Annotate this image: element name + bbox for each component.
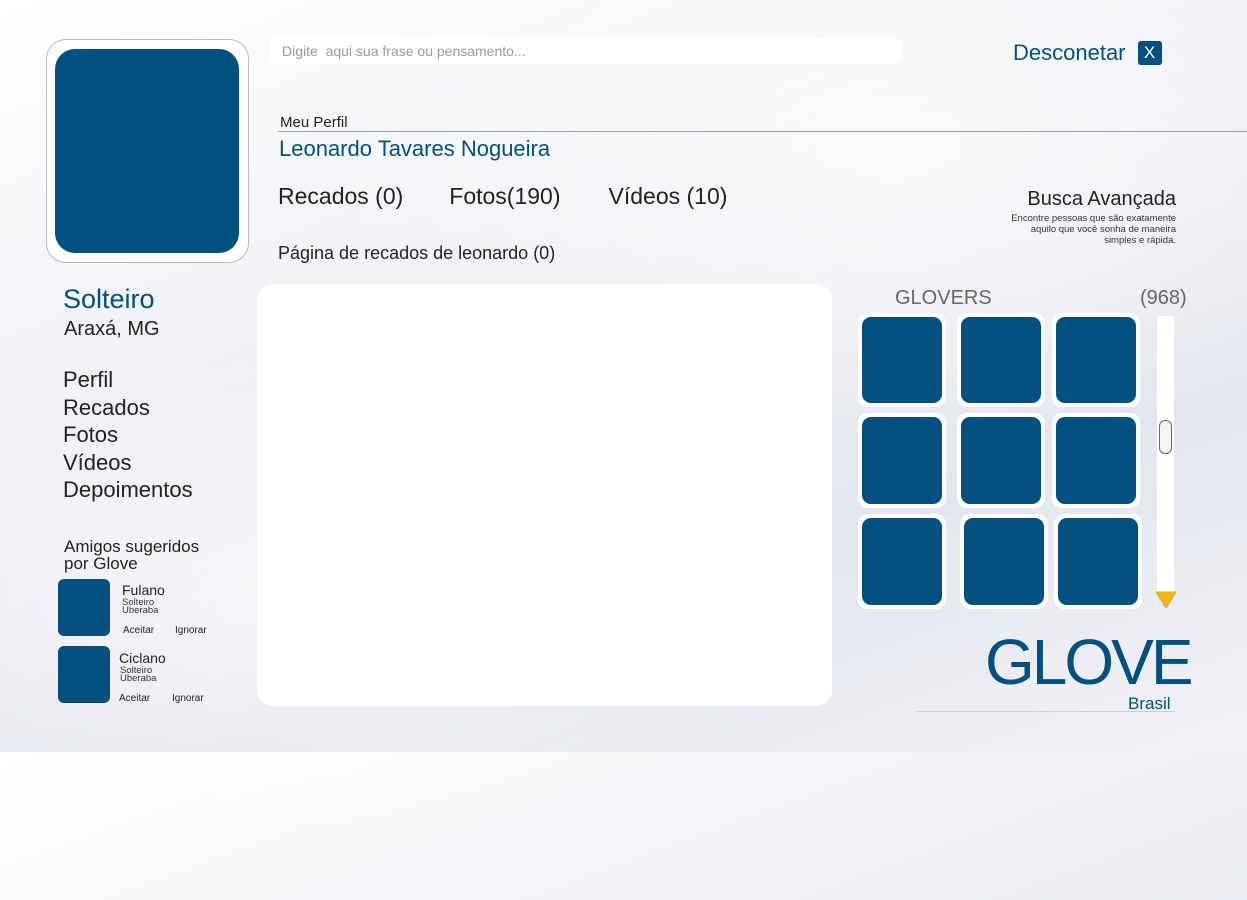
recados-page-title: Página de recados de leonardo (0) [278,243,556,263]
fotos-count-link[interactable]: Fotos(190) [449,183,560,210]
logo-underline [917,711,1175,712]
advanced-search-description: Encontre pessoas que são exatamente aqui… [950,213,1176,246]
profile-counts: Recados (0) Fotos(190) Vídeos (10) [278,183,727,210]
nav-item-videos[interactable]: Vídeos [63,449,193,477]
glovers-scrollbar[interactable] [1157,316,1174,592]
advanced-search-desc-line: Encontre pessoas que são exatamente [1011,213,1176,224]
accept-button[interactable]: Aceitar [119,693,150,704]
accept-button[interactable]: Aceitar [123,625,154,636]
nav-item-perfil[interactable]: Perfil [63,366,193,394]
glover-thumbnail[interactable] [1052,413,1140,508]
glover-thumbnail[interactable] [957,413,1045,508]
glover-thumbnail[interactable] [858,413,946,508]
glover-thumbnail[interactable] [858,514,946,609]
advanced-search-desc-line: simples e rápida. [1104,235,1176,246]
recados-count-link[interactable]: Recados (0) [278,183,403,210]
divider [278,131,1247,132]
nav-item-recados[interactable]: Recados [63,394,193,422]
ignore-button[interactable]: Ignorar [172,693,204,704]
status-input[interactable] [269,37,901,64]
suggested-city: Uberaba [120,673,157,684]
location: Araxá, MG [64,318,160,340]
glover-thumbnail[interactable] [957,313,1045,407]
ignore-button[interactable]: Ignorar [175,625,207,636]
relationship-status: Solteiro [63,284,155,314]
scrollbar-thumb[interactable] [1159,420,1172,454]
glover-thumbnail[interactable] [858,313,946,407]
advanced-search-link[interactable]: Busca Avançada [950,188,1176,211]
glovers-title: GLOVERS [895,287,992,309]
user-name: Leonardo Tavares Nogueira [279,136,551,161]
logout-label: Desconetar [1013,40,1126,65]
sidebar-nav: Perfil Recados Fotos Vídeos Depoimentos [63,366,193,504]
glove-logo: GLOVE [985,626,1194,698]
profile-photo[interactable] [55,49,239,253]
glovers-count: (968) [1140,287,1187,309]
recados-panel [257,284,832,706]
nav-item-fotos[interactable]: Fotos [63,421,193,449]
videos-count-link[interactable]: Vídeos (10) [609,183,728,210]
section-label: Meu Perfil [280,114,348,131]
glover-thumbnail[interactable] [960,514,1048,609]
suggested-title-line2: por Glove [64,554,138,573]
suggested-avatar[interactable] [58,646,110,703]
advanced-search-desc-line: aquilo que você sonha de maneira [1030,224,1176,235]
glover-thumbnail[interactable] [1052,313,1140,407]
suggested-avatar[interactable] [58,579,110,636]
suggested-title-line1: Amigos sugeridos [64,537,200,556]
suggested-friends-title: Amigos sugeridos por Glove [64,538,199,572]
logout-button[interactable]: Desconetar X [1013,40,1162,66]
suggested-city: Uberaba [122,605,159,616]
scroll-down-arrow-icon[interactable] [1156,592,1176,608]
glover-thumbnail[interactable] [1054,514,1142,609]
close-icon[interactable]: X [1137,41,1162,65]
nav-item-depoimentos[interactable]: Depoimentos [63,476,193,504]
suggested-name[interactable]: Fulano [122,582,165,598]
suggested-name[interactable]: Ciclano [119,650,166,666]
